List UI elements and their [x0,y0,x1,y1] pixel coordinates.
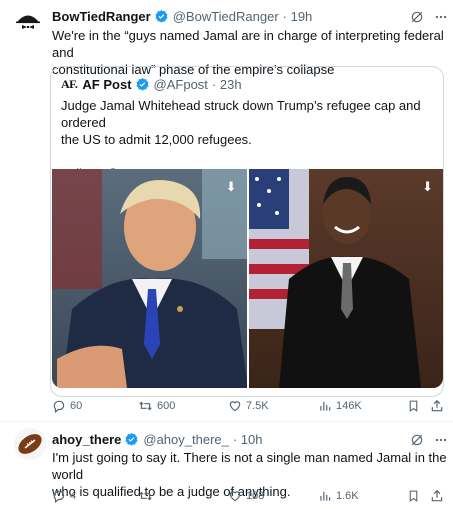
author-handle[interactable]: @ahoy_there_ [143,432,228,447]
share-button[interactable] [430,489,444,503]
reply-icon [53,400,65,413]
like-button[interactable]: 108 [228,489,264,503]
tweet-actions: 4 108 1.6K [52,488,444,504]
view-count: 146K [336,400,362,412]
heart-icon [229,491,241,502]
quote-media[interactable]: ⬇ ⬇ [52,169,443,388]
more-options-icon[interactable] [434,10,448,24]
views-chart-icon [320,491,331,501]
tweet-text-line: We're in the “guys named Jamal are in ch… [52,28,444,60]
author-handle[interactable]: @BowTiedRanger [173,9,279,24]
tweet-bowtiedranger[interactable]: BowTiedRanger @BowTiedRanger · 19h We're… [0,0,453,421]
quote-text-line: Judge Jamal Whitehead struck down Trump’… [61,98,421,130]
photo-judge[interactable]: ⬇ [248,169,443,388]
football-avatar-icon [18,434,42,454]
photo-judge-illustration [248,169,421,388]
reply-button[interactable]: 4 [52,489,76,503]
reply-count: 4 [70,490,77,502]
verified-badge-icon [136,77,148,91]
grok-icon[interactable] [410,433,424,447]
avatar-ahoy-there[interactable] [14,428,46,460]
quote-author-name[interactable]: AF Post [82,77,131,92]
tweet-text-line: I'm just going to say it. There is not a… [52,450,447,482]
repost-button[interactable]: 600 [138,399,175,413]
author-name[interactable]: BowTiedRanger [52,9,151,24]
photo-trump-illustration [52,169,247,388]
tweet-actions: 60 600 7.5K 146K [52,398,444,414]
af-post-logo: AF. [61,77,78,91]
view-count: 1.6K [336,490,359,502]
avatar-bowtiedranger[interactable] [12,6,44,38]
bookmark-button[interactable] [407,489,420,503]
bookmark-icon [409,400,418,412]
like-count: 7.5K [246,400,269,412]
share-button[interactable] [430,399,444,413]
repost-icon [139,401,152,411]
views-button[interactable]: 146K [318,399,362,413]
views-button[interactable]: 1.6K [318,489,359,503]
grok-icon[interactable] [410,10,424,24]
timestamp[interactable]: · 19h [283,9,313,24]
views-chart-icon [320,401,331,411]
reply-button[interactable]: 60 [52,399,82,413]
repost-count: 600 [157,400,176,412]
tweet-ahoy-there[interactable]: ahoy_there @ahoy_there_ · 10h I'm just g… [0,422,453,509]
share-icon [431,489,443,502]
more-options-icon[interactable] [434,433,448,447]
reply-count: 60 [70,400,83,412]
share-icon [431,399,443,412]
like-button[interactable]: 7.5K [228,399,269,413]
bookmark-icon [409,490,418,502]
author-name[interactable]: ahoy_there [52,432,121,447]
bookmark-button[interactable] [407,399,420,413]
quote-timestamp[interactable]: · 23h [212,77,242,92]
reply-icon [53,490,65,503]
like-count: 108 [246,490,265,502]
verified-badge-icon [155,9,168,23]
heart-icon [229,401,241,412]
quote-author-handle[interactable]: @AFpost [154,77,208,92]
photo-trump[interactable]: ⬇ [52,169,247,388]
download-icon[interactable]: ⬇ [422,179,433,195]
quote-text-line: the US to admit 12,000 refugees. [61,132,252,147]
repost-button[interactable] [138,489,157,503]
download-icon[interactable]: ⬇ [226,179,237,195]
repost-icon [139,491,152,501]
timestamp[interactable]: · 10h [233,432,263,447]
bowtie-avatar-icon [16,15,40,29]
verified-badge-icon [125,432,138,446]
